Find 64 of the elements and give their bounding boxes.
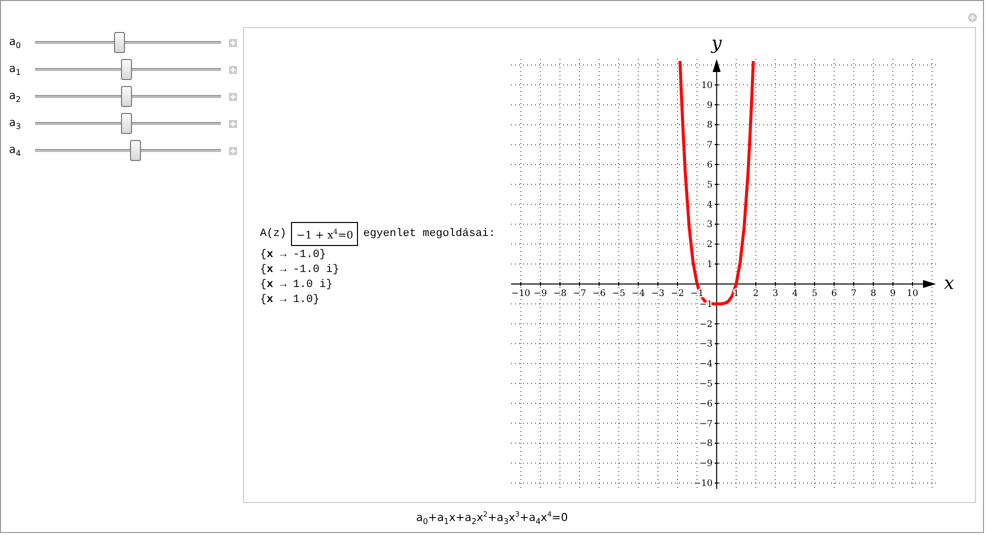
plus-icon[interactable] xyxy=(229,38,237,46)
y-tick-label: −2 xyxy=(699,320,713,330)
y-tick-label: −9 xyxy=(699,459,713,470)
y-tick-label: −3 xyxy=(699,340,713,350)
equation-box: −1 + x$^{4}$=0 xyxy=(291,222,358,246)
plus-icon[interactable] xyxy=(229,120,237,128)
x-tick-label: −10 xyxy=(511,288,530,299)
y-tick-label: 7 xyxy=(706,140,713,151)
x-tick-label: −4 xyxy=(632,288,645,299)
plus-icon[interactable] xyxy=(229,92,237,100)
equation-caption: egyenlet megoldásai: xyxy=(363,226,496,242)
plus-icon[interactable] xyxy=(229,146,237,154)
x-tick-label: 10 xyxy=(906,288,918,299)
x-tick-label: −7 xyxy=(572,288,586,299)
x-tick-label: −3 xyxy=(651,288,665,299)
slider-thumb[interactable] xyxy=(121,86,132,107)
x-tick-label: 6 xyxy=(831,288,838,299)
plus-icon[interactable] xyxy=(229,66,237,74)
y-tick-label: 2 xyxy=(706,240,713,250)
y-tick-label: 3 xyxy=(706,220,713,230)
x-tick-label: 2 xyxy=(752,288,759,299)
solution-text: {x → 1.0} xyxy=(260,293,320,308)
solution-text: {x → 1.0 i} xyxy=(260,278,334,294)
y-tick-label: −10 xyxy=(694,479,713,490)
x-tick-label: 7 xyxy=(850,288,857,299)
y-tick-label: −8 xyxy=(699,439,713,450)
y-tick-label: 5 xyxy=(706,180,713,190)
y-axis-label: y xyxy=(712,33,722,54)
y-tick-label: 10 xyxy=(701,80,713,91)
y-tick-label: −6 xyxy=(699,399,713,410)
solution-text: {x → -1.0} xyxy=(260,248,328,264)
slider-label: a$_{3}$ xyxy=(9,116,22,132)
solution-text: {x → -1.0 i} xyxy=(260,263,340,278)
x-tick-label: −5 xyxy=(612,288,626,299)
slider-label: a$_{2}$ xyxy=(9,88,22,104)
polynomial-formula: a$_{0}$+a$_{1}$x+a$_{2}$x$^{2}$+a$_{3}$x$^{3}$+a$_{4}$x$^{4}$=0 xyxy=(416,510,568,524)
slider-label: a$_{0}$ xyxy=(9,34,22,50)
x-tick-label: 3 xyxy=(772,288,778,299)
y-tick-label: 4 xyxy=(706,200,713,210)
y-tick-label: 1 xyxy=(706,260,713,270)
x-tick-label: 9 xyxy=(890,288,896,299)
y-tick-label: −5 xyxy=(699,380,713,390)
y-tick-label: 8 xyxy=(706,120,713,131)
slider-thumb[interactable] xyxy=(121,113,132,134)
y-tick-label: 9 xyxy=(706,100,713,111)
x-tick-label: 4 xyxy=(792,288,798,299)
slider-thumb[interactable] xyxy=(121,59,132,80)
y-tick-label: 6 xyxy=(706,160,713,170)
x-tick-label: −8 xyxy=(553,288,567,299)
slider-label: a$_{1}$ xyxy=(9,62,22,78)
x-tick-label: −2 xyxy=(670,288,684,299)
x-tick-label: 5 xyxy=(812,288,818,299)
y-tick-label: −7 xyxy=(699,419,713,430)
x-axis-label: x xyxy=(944,272,954,294)
plus-circle-icon[interactable] xyxy=(968,13,977,22)
x-tick-label: −6 xyxy=(592,288,606,299)
x-tick-label: 8 xyxy=(870,288,876,299)
slider-label: a$_{4}$ xyxy=(9,142,22,158)
y-tick-label: −4 xyxy=(699,360,713,370)
x-tick-label: 1 xyxy=(733,288,740,299)
slider-thumb[interactable] xyxy=(114,32,125,53)
x-tick-label: −9 xyxy=(534,288,548,299)
function-label: A(z) xyxy=(260,226,286,242)
slider-thumb[interactable] xyxy=(130,140,142,161)
